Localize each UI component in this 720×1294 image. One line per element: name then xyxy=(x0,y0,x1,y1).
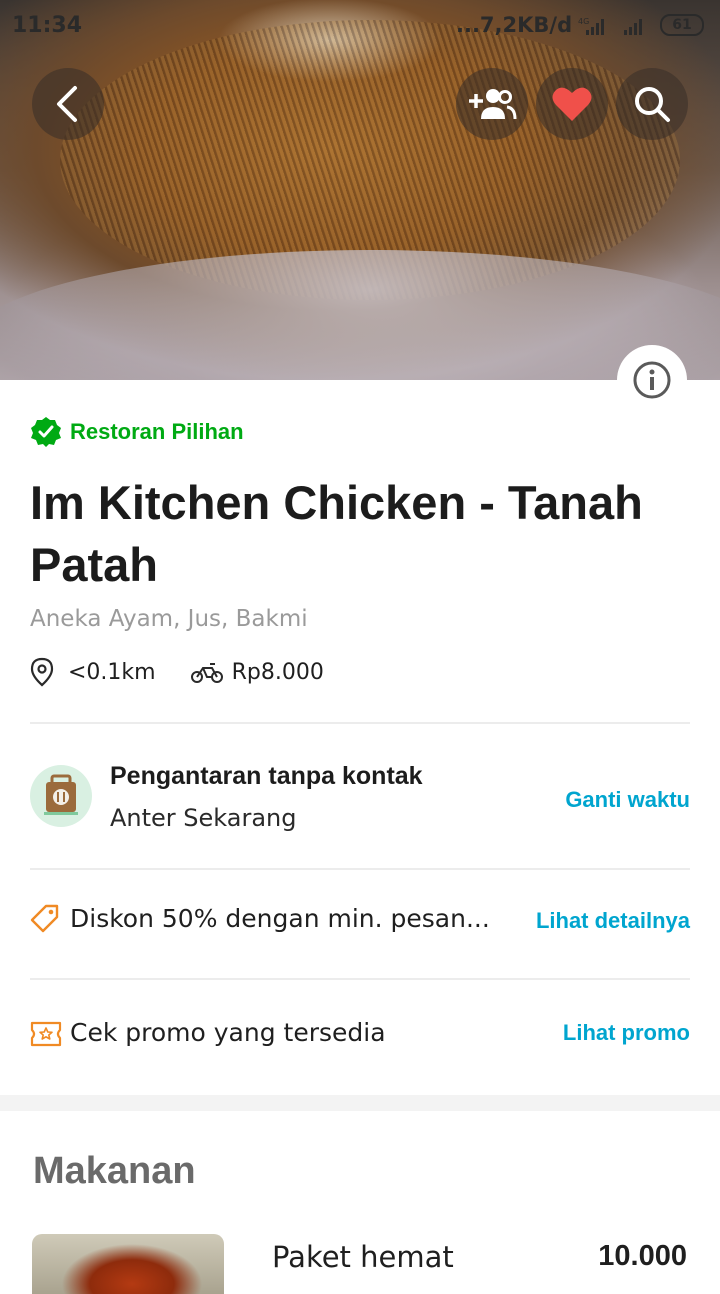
search-icon xyxy=(635,87,670,122)
network-speed: ...7,2KB/d xyxy=(456,13,573,37)
verified-check-icon xyxy=(31,417,61,447)
network-type: 4G xyxy=(578,17,589,26)
promo-link[interactable]: Lihat promo xyxy=(563,1020,690,1046)
delivery-bag-avatar xyxy=(30,765,92,827)
cell-signal-icon: 4G xyxy=(578,17,604,35)
info-icon xyxy=(633,361,671,399)
restaurant-meta: <0.1km Rp8.000 xyxy=(30,657,324,687)
divider xyxy=(30,978,690,980)
delivery-time-label: Anter Sekarang xyxy=(110,804,297,832)
status-bar: 11:34 ...7,2KB/d 4G 61 xyxy=(0,0,720,52)
promo-text: Cek promo yang tersedia xyxy=(70,1018,386,1047)
section-separator xyxy=(0,1095,720,1111)
battery-icon: 61 xyxy=(660,14,704,36)
cell-signal-2-icon xyxy=(624,19,642,35)
location-pin-icon xyxy=(30,657,54,687)
back-button[interactable] xyxy=(32,68,104,140)
search-button[interactable] xyxy=(616,68,688,140)
delivery-mode-title: Pengantaran tanpa kontak xyxy=(110,762,423,790)
discount-detail-link[interactable]: Lihat detailnya xyxy=(536,908,690,934)
distance-value: <0.1km xyxy=(68,659,156,685)
plate-shape xyxy=(0,250,720,380)
menu-item-image xyxy=(32,1234,224,1294)
divider xyxy=(30,868,690,870)
restoran-pilihan-badge: Restoran Pilihan xyxy=(30,416,244,448)
info-button[interactable] xyxy=(617,345,687,415)
favorite-button[interactable] xyxy=(536,68,608,140)
cuisine-list: Aneka Ayam, Jus, Bakmi xyxy=(30,606,308,632)
menu-section-title: Makanan xyxy=(33,1150,196,1192)
divider xyxy=(30,722,690,724)
restaurant-name: Im Kitchen Chicken - Tanah Patah xyxy=(30,476,643,591)
promo-ticket-icon xyxy=(30,1021,62,1047)
delivery-fee-value: Rp8.000 xyxy=(231,659,324,685)
badge-label: Restoran Pilihan xyxy=(70,419,244,444)
change-time-link[interactable]: Ganti waktu xyxy=(565,787,690,813)
menu-item-name: Paket hemat xyxy=(272,1240,454,1274)
back-icon xyxy=(57,86,77,122)
food-bag-icon xyxy=(44,774,78,815)
restaurant-hero-image xyxy=(0,0,720,380)
discount-tag-icon xyxy=(30,904,59,933)
add-friend-icon xyxy=(469,89,517,120)
favorite-heart-icon xyxy=(552,87,592,121)
invite-friend-button[interactable] xyxy=(456,68,528,140)
status-time: 11:34 xyxy=(12,13,83,38)
motorbike-icon xyxy=(190,663,223,683)
discount-text: Diskon 50% dengan min. pesan... xyxy=(70,904,490,933)
menu-item-price: 10.000 xyxy=(598,1240,687,1272)
